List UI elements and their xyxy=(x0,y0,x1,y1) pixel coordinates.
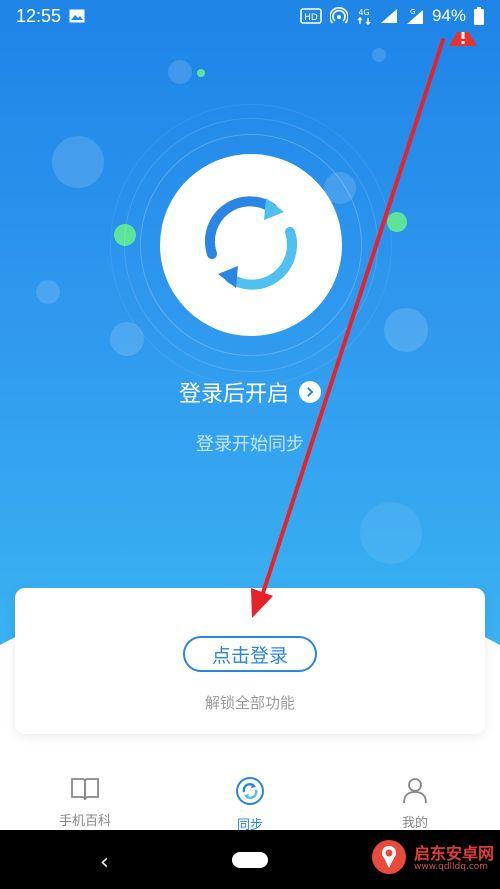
hero-title[interactable]: 登录后开启 xyxy=(0,376,500,408)
login-button[interactable]: 点击登录 xyxy=(183,636,317,672)
person-icon xyxy=(401,776,429,808)
watermark-logo-icon xyxy=(370,838,408,880)
decor-bubble xyxy=(360,502,422,564)
watermark-title: 启东安卓网 xyxy=(414,844,495,864)
hero-subtitle: 登录开始同步 xyxy=(196,434,304,455)
watermark: 启东安卓网 www.qdlldq.com xyxy=(370,832,500,886)
hd-icon: HD xyxy=(300,8,322,24)
watermark-text: 启东安卓网 www.qdlldq.com xyxy=(414,845,494,872)
home-button[interactable] xyxy=(232,852,268,868)
svg-text:4G: 4G xyxy=(358,8,369,17)
4g-signal-icon: 4G xyxy=(356,7,372,25)
g-signal-icon: G xyxy=(406,7,424,25)
sync-icon xyxy=(192,184,310,306)
image-icon xyxy=(69,9,85,23)
bottom-nav: 手机百科 同步 我的 xyxy=(0,762,500,833)
battery-percent: 94% xyxy=(431,6,466,25)
decor-bubble xyxy=(168,60,192,84)
tab-phone-wiki[interactable]: 手机百科 xyxy=(50,762,120,830)
hotspot-icon xyxy=(329,7,348,25)
decor-bubble xyxy=(52,136,104,188)
back-button[interactable]: ‹ xyxy=(100,850,109,875)
tab-label: 我的 xyxy=(401,816,428,831)
status-time: 12:55 xyxy=(16,5,62,26)
tab-label: 手机百科 xyxy=(58,814,111,829)
book-icon xyxy=(70,776,100,806)
sync-icon xyxy=(235,776,265,810)
login-card: 点击登录 解锁全部功能 xyxy=(15,588,485,734)
svg-text:HD: HD xyxy=(304,13,318,23)
decor-bubble xyxy=(384,308,428,352)
decor-bubble xyxy=(36,280,60,304)
chevron-right-icon[interactable] xyxy=(299,381,321,403)
tab-mine[interactable]: 我的 xyxy=(380,762,450,831)
battery-icon xyxy=(474,7,484,25)
sync-circle[interactable] xyxy=(160,154,342,336)
status-bar: 12:55 HD 4G G 94% xyxy=(0,0,500,32)
decor-dot xyxy=(197,69,205,77)
hero-title-text: 登录后开启 xyxy=(178,382,289,407)
unlock-features-text: 解锁全部功能 xyxy=(204,694,295,712)
svg-text:G: G xyxy=(410,8,415,16)
decor-bubble xyxy=(372,48,386,62)
watermark-url: www.qdlldq.com xyxy=(414,861,489,872)
signal-icon xyxy=(380,8,398,24)
hero-section: 登录后开启 登录开始同步 xyxy=(0,32,500,652)
tab-sync[interactable]: 同步 xyxy=(215,762,285,833)
